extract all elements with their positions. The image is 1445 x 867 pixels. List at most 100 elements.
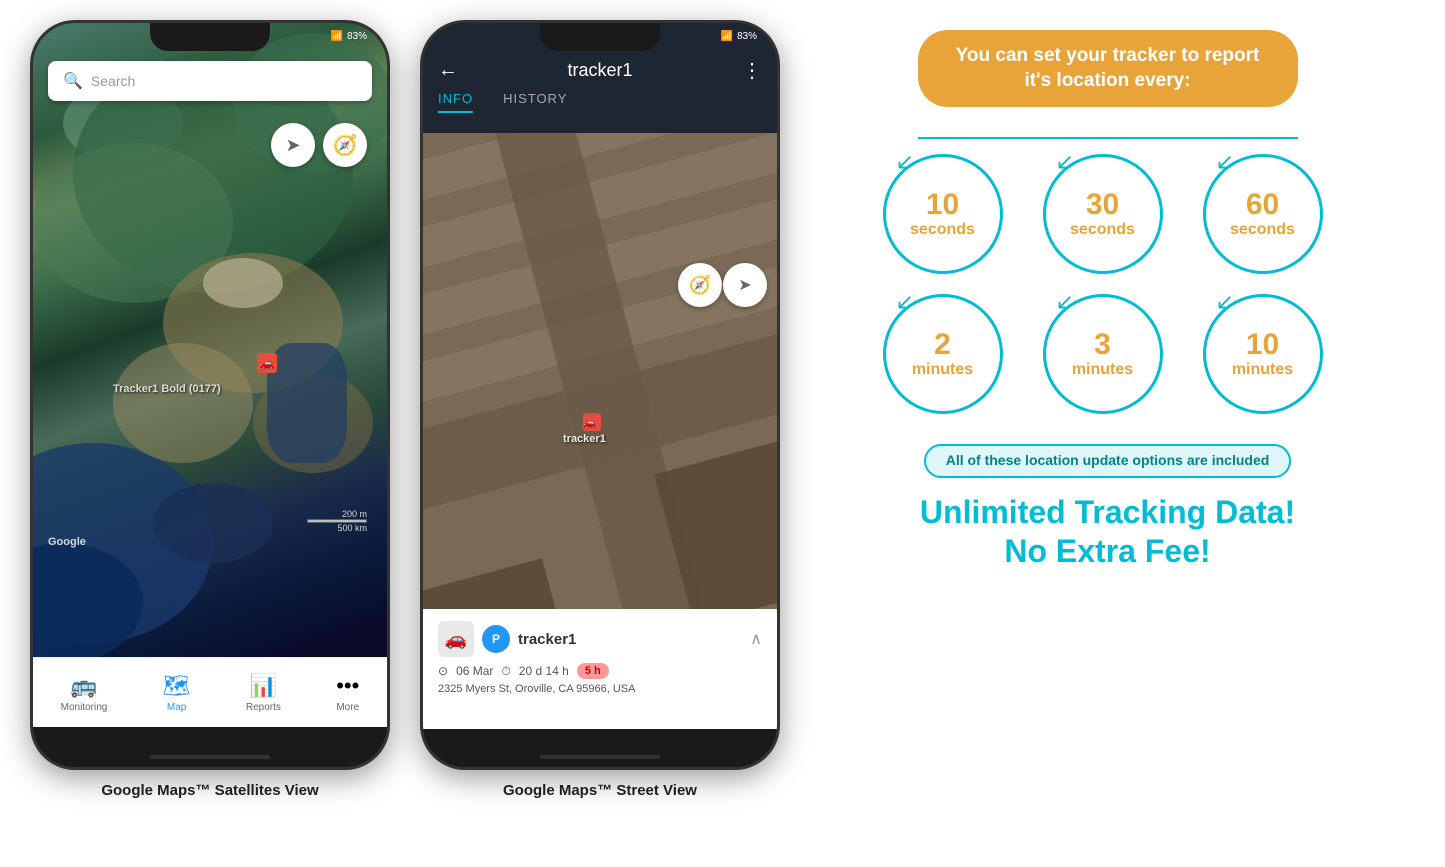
nav-more-label: More <box>336 702 359 713</box>
interval-unit-4: minutes <box>1072 360 1133 379</box>
phone2-title: tracker1 <box>567 60 632 81</box>
chevron-up-icon[interactable]: ∧ <box>750 629 762 649</box>
battery-text-2: 83% <box>737 31 757 42</box>
scale-text-200m: 200 m <box>307 509 367 519</box>
intervals-grid: ↙ 10 seconds ↙ 30 seconds ↙ 60 seconds ↙… <box>883 154 1333 414</box>
unlimited-line2: No Extra Fee! <box>920 532 1295 570</box>
signal-icon-2: 📶 <box>721 31 733 42</box>
compass-button-2[interactable]: 🧭 <box>678 263 722 307</box>
interval-number-2: 60 <box>1246 190 1279 220</box>
nav-monitoring-label: Monitoring <box>61 702 108 713</box>
monitoring-icon: 🚌 <box>70 673 97 699</box>
battery-text: 83% <box>347 31 367 42</box>
back-button[interactable]: ← <box>438 59 458 82</box>
phone2-notch <box>540 23 660 51</box>
interval-60sec: ↙ 60 seconds <box>1203 154 1323 274</box>
divider-line-top <box>918 137 1298 139</box>
arrow-60sec: ↙ <box>1216 149 1234 175</box>
parking-svg <box>423 133 777 643</box>
phone1-wrapper: 📶 83% 🔍 Search <box>30 20 390 799</box>
nav-map[interactable]: 🗺 Map <box>163 673 191 713</box>
tracker-label-2: tracker1 <box>563 433 606 445</box>
tracker-icon: 🚗 <box>438 621 474 657</box>
terrain-svg <box>33 23 387 663</box>
scale-bar-1: 200 m 500 km <box>307 509 367 533</box>
tracker-name: tracker1 <box>518 631 576 648</box>
interval-unit-1: seconds <box>1070 220 1135 239</box>
interval-30sec: ↙ 30 seconds <box>1043 154 1163 274</box>
phone1-home-indicator <box>150 755 270 759</box>
phone1-nav: 🚌 Monitoring 🗺 Map 📊 Reports ••• More <box>33 657 387 727</box>
nav-monitoring[interactable]: 🚌 Monitoring <box>61 673 108 713</box>
phone2-frame: 📶 83% ← tracker1 ⋮ INFO HISTORY <box>420 20 780 770</box>
interval-number-3: 2 <box>934 330 951 360</box>
arrow-10sec: ↙ <box>896 149 914 175</box>
nav-map-label: Map <box>167 702 186 713</box>
tracker-label-1: Tracker1 Bold (0177) <box>113 383 221 395</box>
phones-section: 📶 83% 🔍 Search <box>30 20 780 799</box>
included-box: All of these location update options are… <box>924 444 1292 478</box>
navigation-icon: ➤ <box>285 135 300 156</box>
interval-number-4: 3 <box>1094 330 1111 360</box>
interval-unit-2: seconds <box>1230 220 1295 239</box>
info-duration: 20 d 14 h <box>519 664 569 678</box>
parking-lot <box>423 133 777 643</box>
info-card-header: 🚗 P tracker1 ∧ <box>438 621 762 657</box>
arrow-30sec: ↙ <box>1056 149 1074 175</box>
parking-badge: P <box>482 625 510 653</box>
headline-content: You can set your tracker to report it's … <box>956 45 1260 91</box>
navigation-icon-2: ➤ <box>738 275 751 295</box>
headline-text: You can set your tracker to report it's … <box>946 44 1270 93</box>
phone1-notch <box>150 23 270 51</box>
search-placeholder: Search <box>91 73 135 89</box>
tab-info[interactable]: INFO <box>438 91 473 113</box>
interval-unit-3: minutes <box>912 360 973 379</box>
interval-number-0: 10 <box>926 190 959 220</box>
tracker-icon-row: 🚗 P tracker1 <box>438 621 576 657</box>
address-text: 2325 Myers St, Oroville, CA 95966, USA <box>438 683 635 695</box>
phone1-label: Google Maps™ Satellites View <box>101 782 318 799</box>
interval-unit-0: seconds <box>910 220 975 239</box>
phone1-search-bar[interactable]: 🔍 Search <box>48 61 372 101</box>
scale-text-500km: 500 km <box>307 523 367 533</box>
interval-10min: ↙ 10 minutes <box>1203 294 1323 414</box>
info-card: 🚗 P tracker1 ∧ ⊙ 06 Mar ⏱ 20 d 14 h 5 h <box>423 609 777 729</box>
compass-button[interactable]: 🧭 <box>323 123 367 167</box>
info-section: You can set your tracker to report it's … <box>780 20 1415 580</box>
nav-reports-label: Reports <box>246 702 281 713</box>
clock-icon: ⊙ <box>438 664 448 678</box>
interval-number-5: 10 <box>1246 330 1279 360</box>
duration-icon: ⏱ <box>501 664 510 679</box>
street-map[interactable]: 🧭 ➤ 🚗 tracker1 Google <box>423 133 777 643</box>
nav-reports[interactable]: 📊 Reports <box>246 673 281 713</box>
interval-2min: ↙ 2 minutes <box>883 294 1003 414</box>
arrow-10min: ↙ <box>1216 289 1234 315</box>
car-marker-1: 🚗 <box>257 353 277 373</box>
nav-more[interactable]: ••• More <box>336 673 359 713</box>
status-badge-5h: 5 h <box>577 663 609 679</box>
tab-history[interactable]: HISTORY <box>503 91 567 113</box>
phone1-status-icons: 📶 83% <box>331 31 367 42</box>
satellite-map[interactable]: 🧭 ➤ 🚗 Tracker1 Bold (0177) Google <box>33 23 387 663</box>
location-button-2[interactable]: ➤ <box>723 263 767 307</box>
signal-icon: 📶 <box>331 31 343 42</box>
phone2-wrapper: 📶 83% ← tracker1 ⋮ INFO HISTORY <box>420 20 780 799</box>
search-icon: 🔍 <box>63 71 83 91</box>
location-button[interactable]: ➤ <box>271 123 315 167</box>
info-date-row: ⊙ 06 Mar ⏱ 20 d 14 h 5 h <box>438 663 762 679</box>
more-button[interactable]: ⋮ <box>742 58 762 83</box>
arrow-2min: ↙ <box>896 289 914 315</box>
phone2-title-bar: ← tracker1 ⋮ <box>423 58 777 83</box>
google-watermark-1: Google <box>48 536 86 548</box>
headline-box: You can set your tracker to report it's … <box>918 30 1298 107</box>
main-container: 📶 83% 🔍 Search <box>0 0 1445 867</box>
car-marker-2: 🚗 <box>583 413 601 431</box>
interval-number-1: 30 <box>1086 190 1119 220</box>
interval-3min: ↙ 3 minutes <box>1043 294 1163 414</box>
phone1-frame: 📶 83% 🔍 Search <box>30 20 390 770</box>
arrow-3min: ↙ <box>1056 289 1074 315</box>
phone2-tabs: INFO HISTORY <box>423 91 777 113</box>
phone2-label: Google Maps™ Street View <box>503 782 697 799</box>
unlimited-line1: Unlimited Tracking Data! <box>920 493 1295 531</box>
address-row: 2325 Myers St, Oroville, CA 95966, USA <box>438 683 762 695</box>
